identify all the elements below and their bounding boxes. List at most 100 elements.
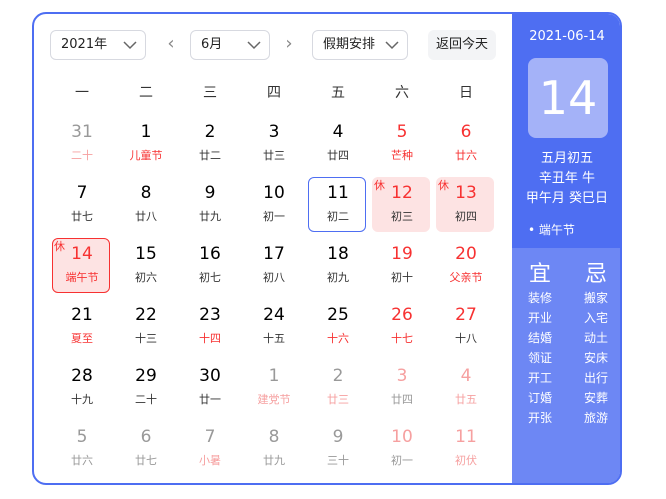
calendar-day-cell[interactable]: 25 十六 <box>306 297 370 358</box>
calendar-day-cell[interactable]: 31 二十 <box>50 114 114 175</box>
day-number: 6 <box>460 122 472 142</box>
calendar-day-cell[interactable]: 19 初十 <box>370 236 434 297</box>
calendar-day-cell[interactable]: 11 初伏 <box>434 419 498 480</box>
ji-list: 搬家 入宅 动土 安床 出行 安葬 旅游 <box>576 288 616 428</box>
weekday-label: 二 <box>139 85 153 101</box>
lunar-label: 廿三 <box>263 149 285 162</box>
calendar-toolbar: 2021年 ‹ 6月 › 假期安排 返回今天 <box>50 30 520 60</box>
chevron-down-icon <box>123 41 137 50</box>
holiday-select[interactable]: 假期安排 <box>312 30 408 60</box>
calendar-day-cell[interactable]: 休 13 初四 <box>434 175 498 236</box>
calendar-day-cell[interactable]: 9 廿九 <box>178 175 242 236</box>
back-to-today-button[interactable]: 返回今天 <box>428 30 496 60</box>
calendar-day-cell[interactable]: 27 十八 <box>434 297 498 358</box>
day-number: 4 <box>332 122 344 142</box>
day-number: 23 <box>199 305 221 325</box>
year-select[interactable]: 2021年 <box>50 30 146 60</box>
lunar-label: 廿四 <box>327 149 349 162</box>
month-select-value: 6月 <box>201 37 223 52</box>
calendar-day-cell[interactable]: 2 廿三 <box>306 358 370 419</box>
lunar-label: 小暑 <box>199 454 221 467</box>
calendar-day-cell[interactable]: 9 三十 <box>306 419 370 480</box>
day-number: 2 <box>204 122 216 142</box>
yi-list: 装修 开业 结婚 领证 开工 订婚 开张 <box>520 288 560 428</box>
lunar-label: 初一 <box>263 210 285 223</box>
calendar-day-cell[interactable]: 1 儿童节 <box>114 114 178 175</box>
yi-item: 开业 <box>527 311 552 325</box>
calendar-day-cell[interactable]: 26 十七 <box>370 297 434 358</box>
calendar-day-cell[interactable]: 3 廿三 <box>242 114 306 175</box>
lunar-label: 廿四 <box>391 393 413 406</box>
lunar-label: 初六 <box>135 271 157 284</box>
calendar-day-cell[interactable]: 11 初二 <box>306 175 370 236</box>
calendar-day-cell[interactable]: 29 二十 <box>114 358 178 419</box>
calendar-day-cell[interactable]: 17 初八 <box>242 236 306 297</box>
calendar-day-cell[interactable]: 6 廿六 <box>434 114 498 175</box>
lunar-label: 初一 <box>391 454 413 467</box>
calendar-day-cell[interactable]: 22 十三 <box>114 297 178 358</box>
calendar-day-cell[interactable]: 21 夏至 <box>50 297 114 358</box>
calendar-day-cell[interactable]: 23 十四 <box>178 297 242 358</box>
next-month-button[interactable]: › <box>278 34 300 56</box>
lunar-label: 廿五 <box>455 393 477 406</box>
prev-month-button[interactable]: ‹ <box>160 34 182 56</box>
lunar-label: 三十 <box>327 454 349 467</box>
lunar-label: 十五 <box>263 332 285 345</box>
calendar-day-cell[interactable]: 休 12 初三 <box>370 175 434 236</box>
calendar-day-cell[interactable]: 1 建党节 <box>242 358 306 419</box>
calendar-week-row: 5 廿六 6 廿七 7 小暑 8 廿九 9 三十 10 初一 11 初伏 <box>50 419 498 480</box>
day-number: 6 <box>140 427 152 447</box>
calendar-day-cell[interactable]: 4 廿四 <box>306 114 370 175</box>
calendar-day-cell[interactable]: 3 廿四 <box>370 358 434 419</box>
weekday-header: 一二三四五六日 <box>50 82 498 102</box>
lunar-label: 父亲节 <box>449 271 483 284</box>
yi-title: 宜 <box>528 262 551 287</box>
calendar-day-cell[interactable]: 18 初九 <box>306 236 370 297</box>
lunar-label: 初十 <box>391 271 413 284</box>
yi-item: 开工 <box>527 371 552 385</box>
calendar-day-cell[interactable]: 休 14 端午节 <box>50 236 114 297</box>
lunar-label: 儿童节 <box>129 149 163 162</box>
lunar-label: 廿六 <box>71 454 93 467</box>
calendar-day-cell[interactable]: 10 初一 <box>370 419 434 480</box>
chevron-down-icon <box>247 41 261 50</box>
day-number: 14 <box>71 244 93 264</box>
calendar-day-cell[interactable]: 8 廿九 <box>242 419 306 480</box>
day-number: 25 <box>327 305 349 325</box>
day-number: 1 <box>268 366 280 386</box>
yi-item: 订婚 <box>527 391 552 405</box>
yi-item: 开张 <box>527 411 552 425</box>
day-number: 27 <box>455 305 477 325</box>
day-number: 11 <box>455 427 477 447</box>
lunar-label: 芒种 <box>391 149 413 162</box>
day-number: 17 <box>263 244 285 264</box>
day-number: 31 <box>71 122 93 142</box>
calendar-day-cell[interactable]: 15 初六 <box>114 236 178 297</box>
calendar-day-cell[interactable]: 7 廿七 <box>50 175 114 236</box>
lunar-label: 初八 <box>263 271 285 284</box>
calendar-day-cell[interactable]: 6 廿七 <box>114 419 178 480</box>
calendar-day-cell[interactable]: 8 廿八 <box>114 175 178 236</box>
day-number: 5 <box>76 427 88 447</box>
lunar-label: 廿九 <box>263 454 285 467</box>
calendar-day-cell[interactable]: 2 廿二 <box>178 114 242 175</box>
lunar-label: 建党节 <box>257 393 291 406</box>
lunar-label: 二十 <box>135 393 157 406</box>
calendar-day-cell[interactable]: 10 初一 <box>242 175 306 236</box>
calendar-day-cell[interactable]: 5 廿六 <box>50 419 114 480</box>
calendar-day-cell[interactable]: 28 十九 <box>50 358 114 419</box>
day-number: 28 <box>71 366 93 386</box>
calendar-day-cell[interactable]: 24 十五 <box>242 297 306 358</box>
chevron-left-icon: ‹ <box>167 33 175 54</box>
calendar-day-cell[interactable]: 7 小暑 <box>178 419 242 480</box>
day-number: 8 <box>268 427 280 447</box>
calendar-day-cell[interactable]: 5 芒种 <box>370 114 434 175</box>
day-number: 5 <box>396 122 408 142</box>
calendar-day-cell[interactable]: 4 廿五 <box>434 358 498 419</box>
month-select[interactable]: 6月 <box>190 30 270 60</box>
calendar-day-cell[interactable]: 20 父亲节 <box>434 236 498 297</box>
calendar-day-cell[interactable]: 30 廿一 <box>178 358 242 419</box>
ji-item: 安葬 <box>583 391 608 405</box>
ji-item: 搬家 <box>583 291 608 305</box>
calendar-day-cell[interactable]: 16 初七 <box>178 236 242 297</box>
